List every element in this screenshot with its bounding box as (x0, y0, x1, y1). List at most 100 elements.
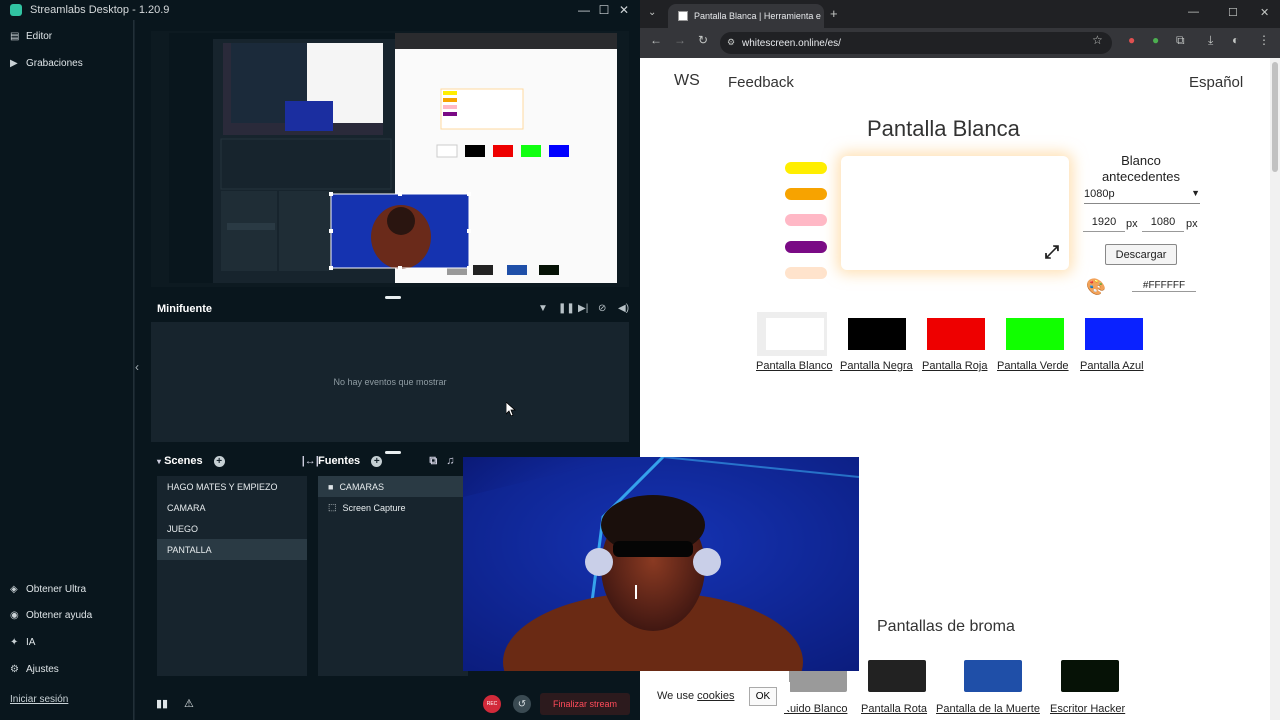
minimize-button[interactable]: — (574, 2, 594, 18)
sidebar-item-grabaciones[interactable]: ▶ Grabaciones (10, 58, 83, 69)
site-logo[interactable]: WS (674, 72, 700, 90)
height-input[interactable]: 1080 (1142, 216, 1184, 232)
chevron-down-icon[interactable]: ▾ (157, 457, 161, 466)
link-escritor-hacker[interactable]: Escritor Hacker (1050, 703, 1125, 715)
site-info-icon[interactable]: ⚙ (727, 37, 735, 48)
cookie-text: We use (657, 690, 698, 702)
swatch-peach[interactable] (785, 267, 827, 279)
maximize-button[interactable]: ☐ (594, 2, 614, 18)
link-ruido-blanco[interactable]: Ruido Blanco (784, 703, 847, 715)
link-pantalla-rota[interactable]: Pantalla Rota (861, 703, 927, 715)
filter-icon[interactable]: ▼ (538, 303, 548, 314)
source-item[interactable]: ⬚ Screen Capture (318, 497, 468, 518)
page-title: Pantalla Blanca (867, 116, 1020, 141)
link-pantalla-verde[interactable]: Pantalla Verde (997, 360, 1069, 372)
webcam-overlay[interactable] (463, 457, 859, 671)
sidebar-item-settings[interactable]: ⚙ Ajustes (10, 664, 59, 675)
collapse-sidebar-icon[interactable]: ‹ (135, 360, 145, 378)
sources-list: ■ CAMARAS ⬚ Screen Capture (318, 476, 468, 676)
fullscreen-expand-icon[interactable]: ⤢ (1041, 241, 1063, 263)
resize-handle[interactable] (385, 451, 401, 454)
mini-source-body: No hay eventos que mostrar (151, 322, 629, 442)
add-folder-icon[interactable]: ⧉ (429, 455, 437, 467)
back-icon[interactable]: ← (650, 33, 662, 47)
swatch-yellow[interactable] (785, 162, 827, 174)
color-palette-icon[interactable]: 🎨 (1086, 278, 1108, 298)
forward-icon[interactable]: → (674, 33, 686, 47)
menu-kebab-icon[interactable]: ⋮ (1258, 33, 1270, 47)
alert-warning-icon[interactable]: ⚠ (184, 697, 194, 710)
width-unit: px (1126, 218, 1138, 230)
prank-thumb-hacker[interactable] (1061, 660, 1119, 692)
volume-icon[interactable]: ◀) (618, 303, 629, 314)
extensions-puzzle-icon[interactable]: ⧉ (1176, 33, 1185, 48)
active-tab[interactable]: Pantalla Blanca | Herramienta e ✕ (668, 4, 824, 28)
streamlabs-logo-icon (10, 4, 22, 16)
scene-item[interactable]: JUEGO (157, 518, 307, 539)
prank-thumb-bsod[interactable] (964, 660, 1022, 692)
empty-events-text: No hay eventos que mostrar (333, 377, 447, 387)
color-card-red[interactable] (918, 312, 988, 356)
swatch-pink[interactable] (785, 214, 827, 226)
reload-icon[interactable]: ↻ (698, 33, 708, 47)
pause-icon[interactable]: ❚❚ (558, 303, 575, 314)
language-selector[interactable]: Español (1189, 74, 1243, 91)
address-bar[interactable]: whitescreen.online/es/ (720, 32, 1112, 54)
link-pantalla-roja[interactable]: Pantalla Roja (922, 360, 987, 372)
scrollbar-thumb[interactable] (1272, 62, 1278, 172)
download-button[interactable]: Descargar (1105, 244, 1177, 265)
feedback-link[interactable]: Feedback (728, 74, 794, 91)
new-tab-icon[interactable]: + (830, 6, 838, 21)
scene-item-selected[interactable]: PANTALLA (157, 539, 307, 560)
mixer-icon[interactable]: ♫ (446, 455, 454, 467)
maximize-button[interactable]: ☐ (1228, 6, 1238, 19)
profile-avatar-icon[interactable]: ◐ (1232, 33, 1239, 47)
color-card-white[interactable] (757, 312, 827, 356)
end-stream-button[interactable]: Finalizar stream (540, 693, 630, 715)
recordings-icon: ▶ (10, 57, 18, 69)
minimize-button[interactable]: — (1188, 6, 1199, 18)
record-button[interactable]: REC (483, 695, 501, 713)
cookie-ok-button[interactable]: OK (749, 687, 777, 706)
swatch-purple[interactable] (785, 241, 827, 253)
replay-buffer-icon[interactable]: ↺ (513, 695, 531, 713)
stats-icon[interactable]: ▮▮ (156, 697, 168, 710)
swatch-orange[interactable] (785, 188, 827, 200)
login-link[interactable]: Iniciar sesión (10, 694, 68, 705)
mute-alerts-icon[interactable]: ⊘ (598, 303, 606, 314)
close-button[interactable]: ✕ (614, 2, 634, 18)
color-preview[interactable] (841, 156, 1069, 270)
link-pantalla-azul[interactable]: Pantalla Azul (1080, 360, 1144, 372)
tab-search-icon[interactable]: ⌄ (648, 7, 656, 18)
sidebar-item-ia[interactable]: ✦ IA (10, 637, 35, 648)
color-card-blue[interactable] (1076, 312, 1146, 356)
download-icon[interactable]: ⤓ (1208, 33, 1213, 48)
skip-icon[interactable]: ▶| (578, 303, 588, 314)
link-pantalla-blanco[interactable]: Pantalla Blanco (756, 360, 832, 372)
link-pantalla-muerte[interactable]: Pantalla de la Muerte (936, 703, 1040, 715)
add-source-icon[interactable]: + (371, 456, 383, 467)
source-item[interactable]: ■ CAMARAS (318, 476, 468, 497)
streamlabs-titlebar: Streamlabs Desktop - 1.20.9 — ☐ ✕ (0, 0, 640, 20)
bookmark-star-icon[interactable]: ☆ (1092, 33, 1103, 47)
cookie-policy-link[interactable]: cookies (697, 690, 734, 702)
sidebar-item-editor[interactable]: ▤ Editor (10, 31, 52, 42)
extension-icon[interactable]: ● (1128, 33, 1135, 47)
close-window-button[interactable]: ✕ (1260, 6, 1269, 19)
scene-transition-icon[interactable]: |↔| (302, 455, 319, 467)
sidebar-item-help[interactable]: ◉ Obtener ayuda (10, 610, 92, 621)
extension-icon[interactable]: ● (1152, 33, 1159, 47)
scene-item[interactable]: CAMARA (157, 497, 307, 518)
color-card-black[interactable] (839, 312, 909, 356)
link-pantalla-negra[interactable]: Pantalla Negra (840, 360, 913, 372)
preview-screen-capture (151, 31, 629, 287)
sidebar-item-ultra[interactable]: ◈ Obtener Ultra (10, 584, 86, 595)
prank-thumb-broken[interactable] (868, 660, 926, 692)
scene-item[interactable]: HAGO MATES Y EMPIEZO (157, 476, 307, 497)
color-card-green[interactable] (997, 312, 1067, 356)
stream-preview[interactable] (151, 31, 629, 287)
width-input[interactable]: 1920 (1083, 216, 1125, 232)
add-scene-icon[interactable]: + (213, 456, 225, 467)
resolution-select[interactable]: 1080p ▼ (1084, 188, 1200, 204)
hex-color-input[interactable]: #FFFFFF (1132, 280, 1196, 292)
